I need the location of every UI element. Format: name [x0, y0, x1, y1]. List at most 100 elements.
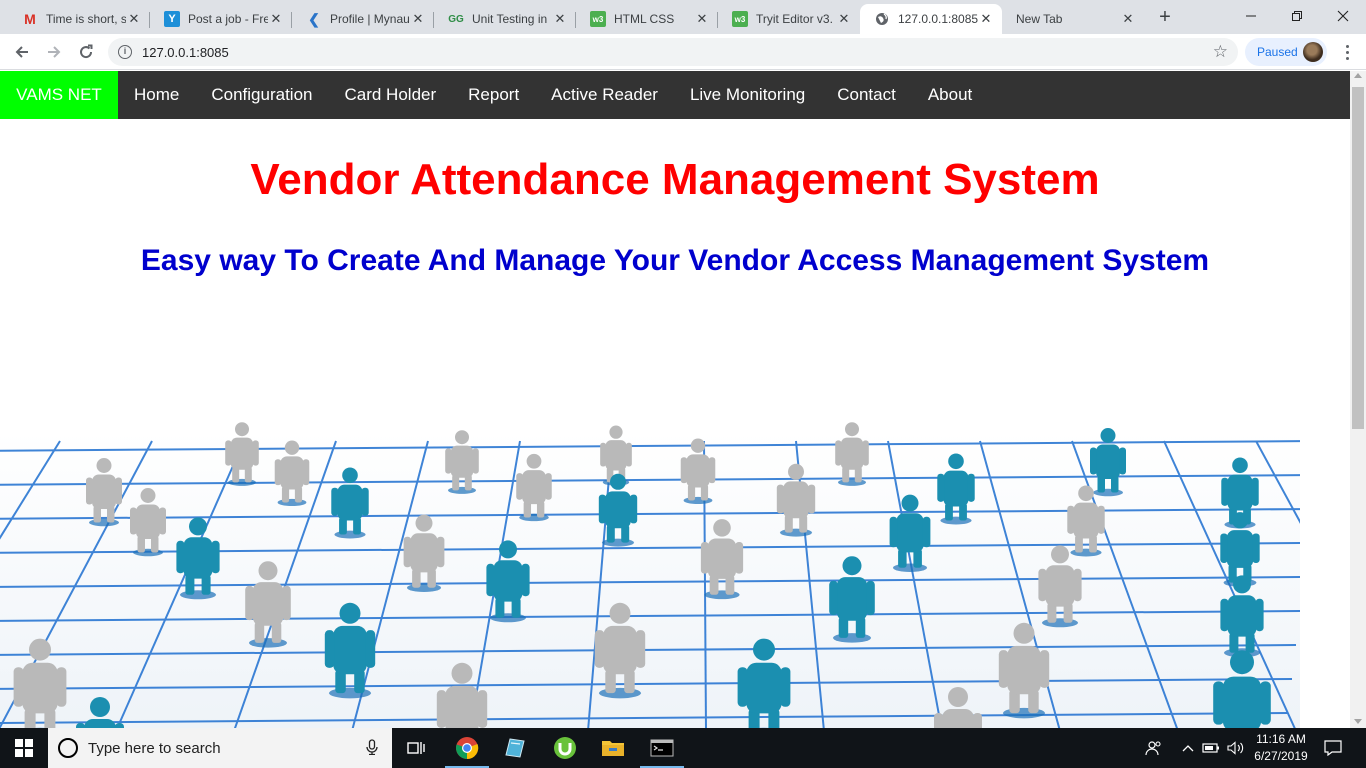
menu-dot-icon	[1345, 50, 1349, 54]
browser-tab[interactable]: M Time is short, s ✕	[8, 4, 150, 34]
tab-title: 127.0.0.1:8085	[898, 12, 978, 26]
scroll-up-arrow-icon[interactable]	[1354, 73, 1362, 78]
back-arrow-icon	[15, 46, 28, 58]
nav-active-reader[interactable]: Active Reader	[535, 71, 674, 119]
new-tab-button[interactable]: +	[1152, 6, 1178, 28]
show-hidden-icons-button[interactable]	[1176, 728, 1200, 768]
nav-live-monitoring[interactable]: Live Monitoring	[674, 71, 821, 119]
people-icon	[1145, 741, 1161, 756]
close-tab-icon[interactable]: ✕	[126, 11, 142, 27]
scrollbar-thumb[interactable]	[1352, 87, 1364, 429]
browser-menu-button[interactable]	[1337, 40, 1357, 64]
site-info-icon[interactable]: i	[118, 45, 132, 59]
taskbar-utorrent[interactable]	[541, 728, 589, 768]
windows-taskbar: Type here to search 11:16 AM 6/27/2019	[0, 728, 1366, 768]
page-subtitle: Easy way To Create And Manage Your Vendo…	[140, 244, 1210, 277]
terminal-icon	[650, 739, 674, 757]
browser-tab[interactable]: Y Post a job - Fre ✕	[150, 4, 292, 34]
brand-link[interactable]: VAMS NET	[0, 71, 118, 119]
volume-button[interactable]	[1224, 728, 1248, 768]
close-tab-icon[interactable]: ✕	[836, 11, 852, 27]
nav-configuration[interactable]: Configuration	[195, 71, 328, 119]
forward-button[interactable]	[42, 40, 66, 64]
restore-button[interactable]	[1274, 0, 1320, 32]
nav-home[interactable]: Home	[118, 71, 195, 119]
taskbar-command-prompt[interactable]	[638, 728, 686, 768]
menu-dot-icon	[1345, 44, 1349, 48]
taskbar-tablet-app[interactable]	[491, 728, 539, 768]
speaker-icon	[1227, 741, 1244, 755]
profile-button[interactable]: Paused	[1245, 38, 1327, 66]
battery-button[interactable]	[1200, 728, 1222, 768]
minimize-button[interactable]	[1228, 0, 1274, 32]
windows-logo-icon	[15, 739, 33, 757]
avatar	[1303, 42, 1323, 62]
forward-arrow-icon	[48, 46, 61, 58]
nav-contact[interactable]: Contact	[821, 71, 912, 119]
back-button[interactable]	[10, 40, 34, 64]
browser-tab[interactable]: ❮ Profile | Mynau ✕	[292, 4, 434, 34]
tab-title: Post a job - Fre	[188, 12, 268, 26]
reload-button[interactable]	[74, 40, 98, 64]
nav-about[interactable]: About	[912, 71, 988, 119]
hero-network-image	[0, 422, 1300, 728]
notification-icon	[1324, 740, 1342, 756]
bookmark-star-icon[interactable]: ☆	[1213, 42, 1228, 62]
page-scrollbar[interactable]	[1350, 71, 1366, 728]
browser-tab[interactable]: w3 Tryit Editor v3. ✕	[718, 4, 860, 34]
mynaukri-icon: ❮	[308, 10, 320, 27]
microphone-icon[interactable]	[366, 739, 378, 758]
page-viewport: VAMS NET Home Configuration Card Holder …	[0, 71, 1350, 728]
taskbar-search-box[interactable]: Type here to search	[48, 728, 392, 768]
start-button[interactable]	[0, 728, 48, 768]
clock-time: 11:16 AM	[1256, 732, 1306, 746]
close-tab-icon[interactable]: ✕	[978, 11, 994, 27]
chrome-icon	[456, 737, 479, 760]
utorrent-icon	[554, 737, 576, 759]
task-view-icon	[407, 742, 425, 754]
clock-date: 6/27/2019	[1254, 749, 1308, 763]
profile-status-label: Paused	[1257, 45, 1298, 59]
scroll-down-arrow-icon[interactable]	[1354, 719, 1362, 724]
close-window-button[interactable]	[1320, 0, 1366, 32]
browser-tab[interactable]: w3 HTML CSS ✕	[576, 4, 718, 34]
page-title: Vendor Attendance Management System	[250, 155, 1100, 204]
address-url: 127.0.0.1:8085	[142, 44, 229, 60]
geeksforgeeks-icon: GG	[448, 13, 464, 25]
browser-tab[interactable]: New Tab ✕	[1002, 4, 1144, 34]
close-tab-icon[interactable]: ✕	[1120, 11, 1136, 27]
battery-icon	[1202, 743, 1219, 753]
close-tab-icon[interactable]: ✕	[552, 11, 568, 27]
tablet-app-icon	[505, 738, 525, 758]
close-tab-icon[interactable]: ✕	[694, 11, 710, 27]
browser-tab[interactable]: GG Unit Testing in ✕	[434, 4, 576, 34]
tab-title: Profile | Mynau	[330, 12, 410, 26]
site-navbar: VAMS NET Home Configuration Card Holder …	[0, 71, 1350, 119]
browser-tab-strip: M Time is short, s ✕ Y Post a job - Fre …	[0, 0, 1366, 34]
chevron-up-icon	[1182, 745, 1194, 752]
gmail-icon: M	[24, 11, 36, 27]
search-placeholder: Type here to search	[88, 739, 221, 757]
people-button[interactable]	[1140, 728, 1168, 768]
w3schools-icon: w3	[590, 11, 606, 27]
close-tab-icon[interactable]: ✕	[410, 11, 426, 27]
close-tab-icon[interactable]: ✕	[268, 11, 284, 27]
taskbar-chrome[interactable]	[443, 728, 491, 768]
address-bar[interactable]: i 127.0.0.1:8085 ☆	[108, 38, 1238, 66]
taskbar-file-explorer[interactable]	[589, 728, 637, 768]
browser-toolbar: i 127.0.0.1:8085 ☆ Paused	[0, 34, 1366, 70]
tab-title: HTML CSS	[614, 12, 675, 26]
action-center-button[interactable]	[1318, 728, 1348, 768]
taskbar-clock[interactable]: 11:16 AM 6/27/2019	[1246, 731, 1316, 765]
task-view-button[interactable]	[392, 728, 440, 768]
tab-title: Time is short, s	[46, 12, 126, 26]
folder-icon	[602, 741, 624, 756]
reload-icon	[80, 44, 93, 59]
nav-card-holder[interactable]: Card Holder	[328, 71, 452, 119]
menu-dot-icon	[1345, 56, 1349, 60]
nav-report[interactable]: Report	[452, 71, 535, 119]
cortana-icon	[58, 738, 78, 758]
globe-icon	[874, 11, 890, 27]
browser-tab-active[interactable]: 127.0.0.1:8085 ✕	[860, 4, 1002, 34]
tab-title: Tryit Editor v3.	[756, 12, 833, 26]
